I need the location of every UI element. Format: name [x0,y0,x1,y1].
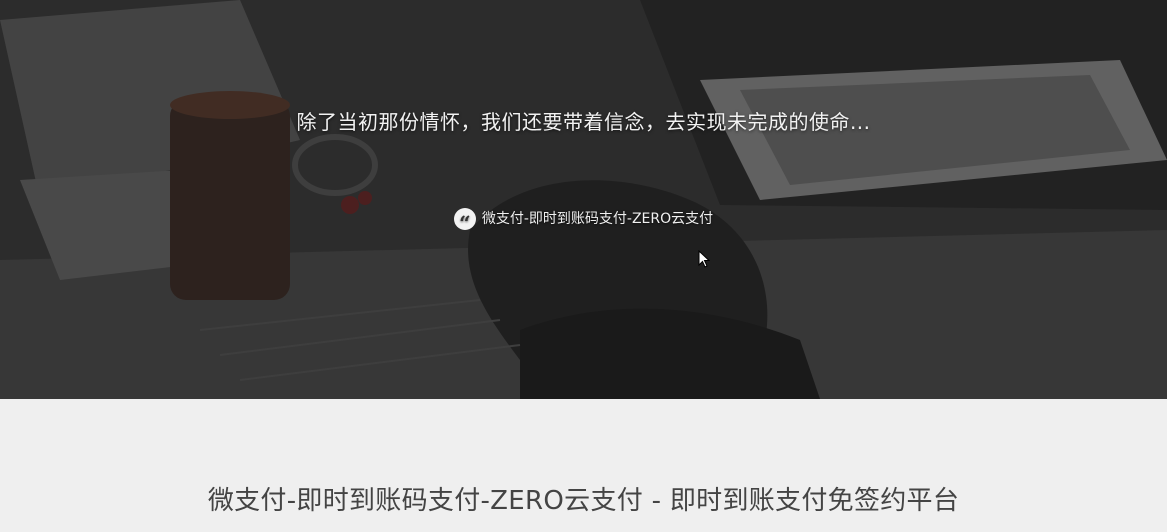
hero-banner: 除了当初那份情怀，我们还要带着信念，去实现未完成的使命... “ 微支付-即时到账… [0,0,1167,399]
hero-overlay [0,0,1167,399]
site-tagline: 微支付-即时到账码支付-ZERO云支付 - 即时到账支付免签约平台 [207,486,960,516]
hero-quote: 除了当初那份情怀，我们还要带着信念，去实现未完成的使命... [296,110,871,134]
quote-icon: “ [453,208,476,235]
quote-source-label: 微支付-即时到账码支付-ZERO云支付 [481,211,714,227]
hero-quote-source: “ 微支付-即时到账码支付-ZERO云支付 [0,207,1167,235]
mouse-cursor-icon [698,250,710,268]
